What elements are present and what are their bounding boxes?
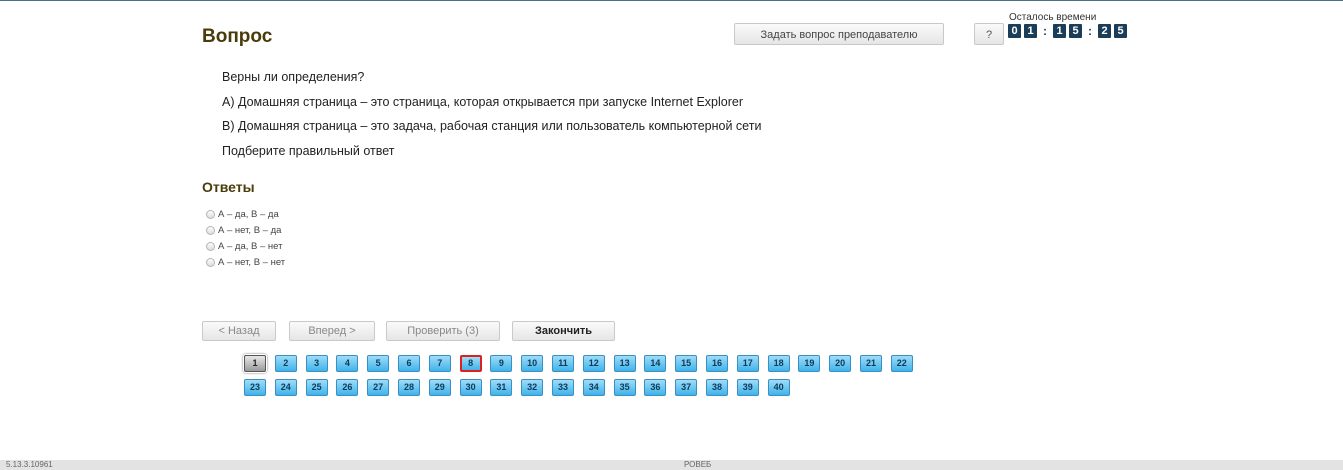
radio-button[interactable]: [206, 242, 215, 251]
check-button[interactable]: Проверить (3): [386, 321, 500, 341]
question-number-button[interactable]: 15: [675, 355, 698, 372]
question-number-button[interactable]: 17: [736, 355, 759, 372]
question-text: А) Домашняя страница – это страница, кот…: [222, 95, 743, 109]
timer-digit: 0: [1008, 24, 1021, 38]
timer-digit: 2: [1098, 24, 1111, 38]
timer-digit: 1: [1024, 24, 1037, 38]
question-number-button[interactable]: 34: [582, 379, 605, 396]
answer-option-label: А – да, В – да: [218, 209, 279, 220]
answer-option[interactable]: А – да, В – да: [206, 209, 279, 220]
question-number-button[interactable]: 19: [798, 355, 821, 372]
question-number-button[interactable]: 10: [521, 355, 544, 372]
timer-digit: 5: [1069, 24, 1082, 38]
answers-title: Ответы: [202, 179, 255, 195]
question-number-button[interactable]: 13: [613, 355, 636, 372]
question-number-button[interactable]: 40: [767, 379, 790, 396]
question-number-button[interactable]: 22: [890, 355, 913, 372]
question-number-button[interactable]: 36: [644, 379, 667, 396]
question-number-button[interactable]: 16: [706, 355, 728, 372]
timer-colon: :: [1088, 24, 1092, 38]
answer-option-label: А – да, В – нет: [218, 241, 283, 252]
radio-button[interactable]: [206, 226, 215, 235]
question-number-button[interactable]: 7: [428, 355, 451, 372]
question-number-button[interactable]: 12: [582, 355, 605, 372]
footer: 5.13.3.10961 РОВЕБ: [0, 460, 1343, 470]
question-number-button[interactable]: 35: [613, 379, 636, 396]
question-number-button[interactable]: 26: [336, 379, 359, 396]
answer-option[interactable]: А – нет, В – нет: [206, 257, 285, 268]
question-number-button[interactable]: 25: [305, 379, 328, 396]
question-number-button[interactable]: 8: [459, 355, 482, 372]
question-number-button[interactable]: 32: [521, 379, 544, 396]
answer-option-label: А – нет, В – нет: [218, 257, 286, 268]
question-text: В) Домашняя страница – это задача, рабоч…: [222, 119, 762, 133]
question-number-button[interactable]: 18: [767, 355, 790, 372]
help-button[interactable]: ?: [974, 23, 1004, 45]
radio-button[interactable]: [206, 210, 215, 219]
question-number-button[interactable]: 9: [490, 355, 513, 372]
question-number-button[interactable]: 29: [428, 379, 451, 396]
question-number-button[interactable]: 28: [398, 379, 420, 396]
top-border: [0, 0, 1343, 1]
page-title: Вопрос: [202, 26, 273, 47]
question-number-button[interactable]: 4: [336, 355, 359, 372]
question-text: Подберите правильный ответ: [222, 144, 395, 158]
question-number-button[interactable]: 6: [398, 355, 420, 372]
question-number-button[interactable]: 37: [675, 379, 698, 396]
finish-button[interactable]: Закончить: [512, 321, 615, 341]
answer-option-label: А – нет, В – да: [218, 225, 282, 236]
question-number-button[interactable]: 30: [459, 379, 482, 396]
question-number-button[interactable]: 20: [829, 355, 852, 372]
answer-option[interactable]: А – да, В – нет: [206, 241, 282, 252]
question-number-button[interactable]: 39: [736, 379, 759, 396]
question-number-button[interactable]: 14: [644, 355, 667, 372]
timer-digit: 1: [1053, 24, 1066, 38]
question-number-button[interactable]: 3: [305, 355, 328, 372]
question-number-button[interactable]: 1: [244, 355, 266, 372]
back-button[interactable]: < Назад: [202, 321, 276, 341]
question-number-button[interactable]: 23: [244, 379, 266, 396]
question-number-button[interactable]: 24: [274, 379, 297, 396]
footer-label: РОВЕБ: [684, 460, 712, 469]
timer-colon: :: [1043, 24, 1047, 38]
question-number-button[interactable]: 27: [367, 379, 390, 396]
question-number-button[interactable]: 11: [552, 355, 574, 372]
version-text: 5.13.3.10961: [6, 460, 53, 469]
ask-teacher-button[interactable]: Задать вопрос преподавателю: [734, 23, 944, 45]
answer-option[interactable]: А – нет, В – да: [206, 225, 281, 236]
question-number-button[interactable]: 2: [274, 355, 297, 372]
timer-label: Осталось времени: [1009, 12, 1097, 23]
question-number-button[interactable]: 21: [860, 355, 882, 372]
question-number-button[interactable]: 38: [706, 379, 728, 396]
question-text: Верны ли определения?: [222, 70, 365, 84]
countdown-timer: 0 1 : 1 5 : 2 5: [1008, 24, 1130, 38]
question-number-button[interactable]: 31: [490, 379, 513, 396]
question-number-button[interactable]: 5: [367, 355, 390, 372]
timer-digit: 5: [1114, 24, 1127, 38]
radio-button[interactable]: [206, 258, 215, 267]
forward-button[interactable]: Вперед >: [289, 321, 375, 341]
question-number-button[interactable]: 33: [552, 379, 574, 396]
